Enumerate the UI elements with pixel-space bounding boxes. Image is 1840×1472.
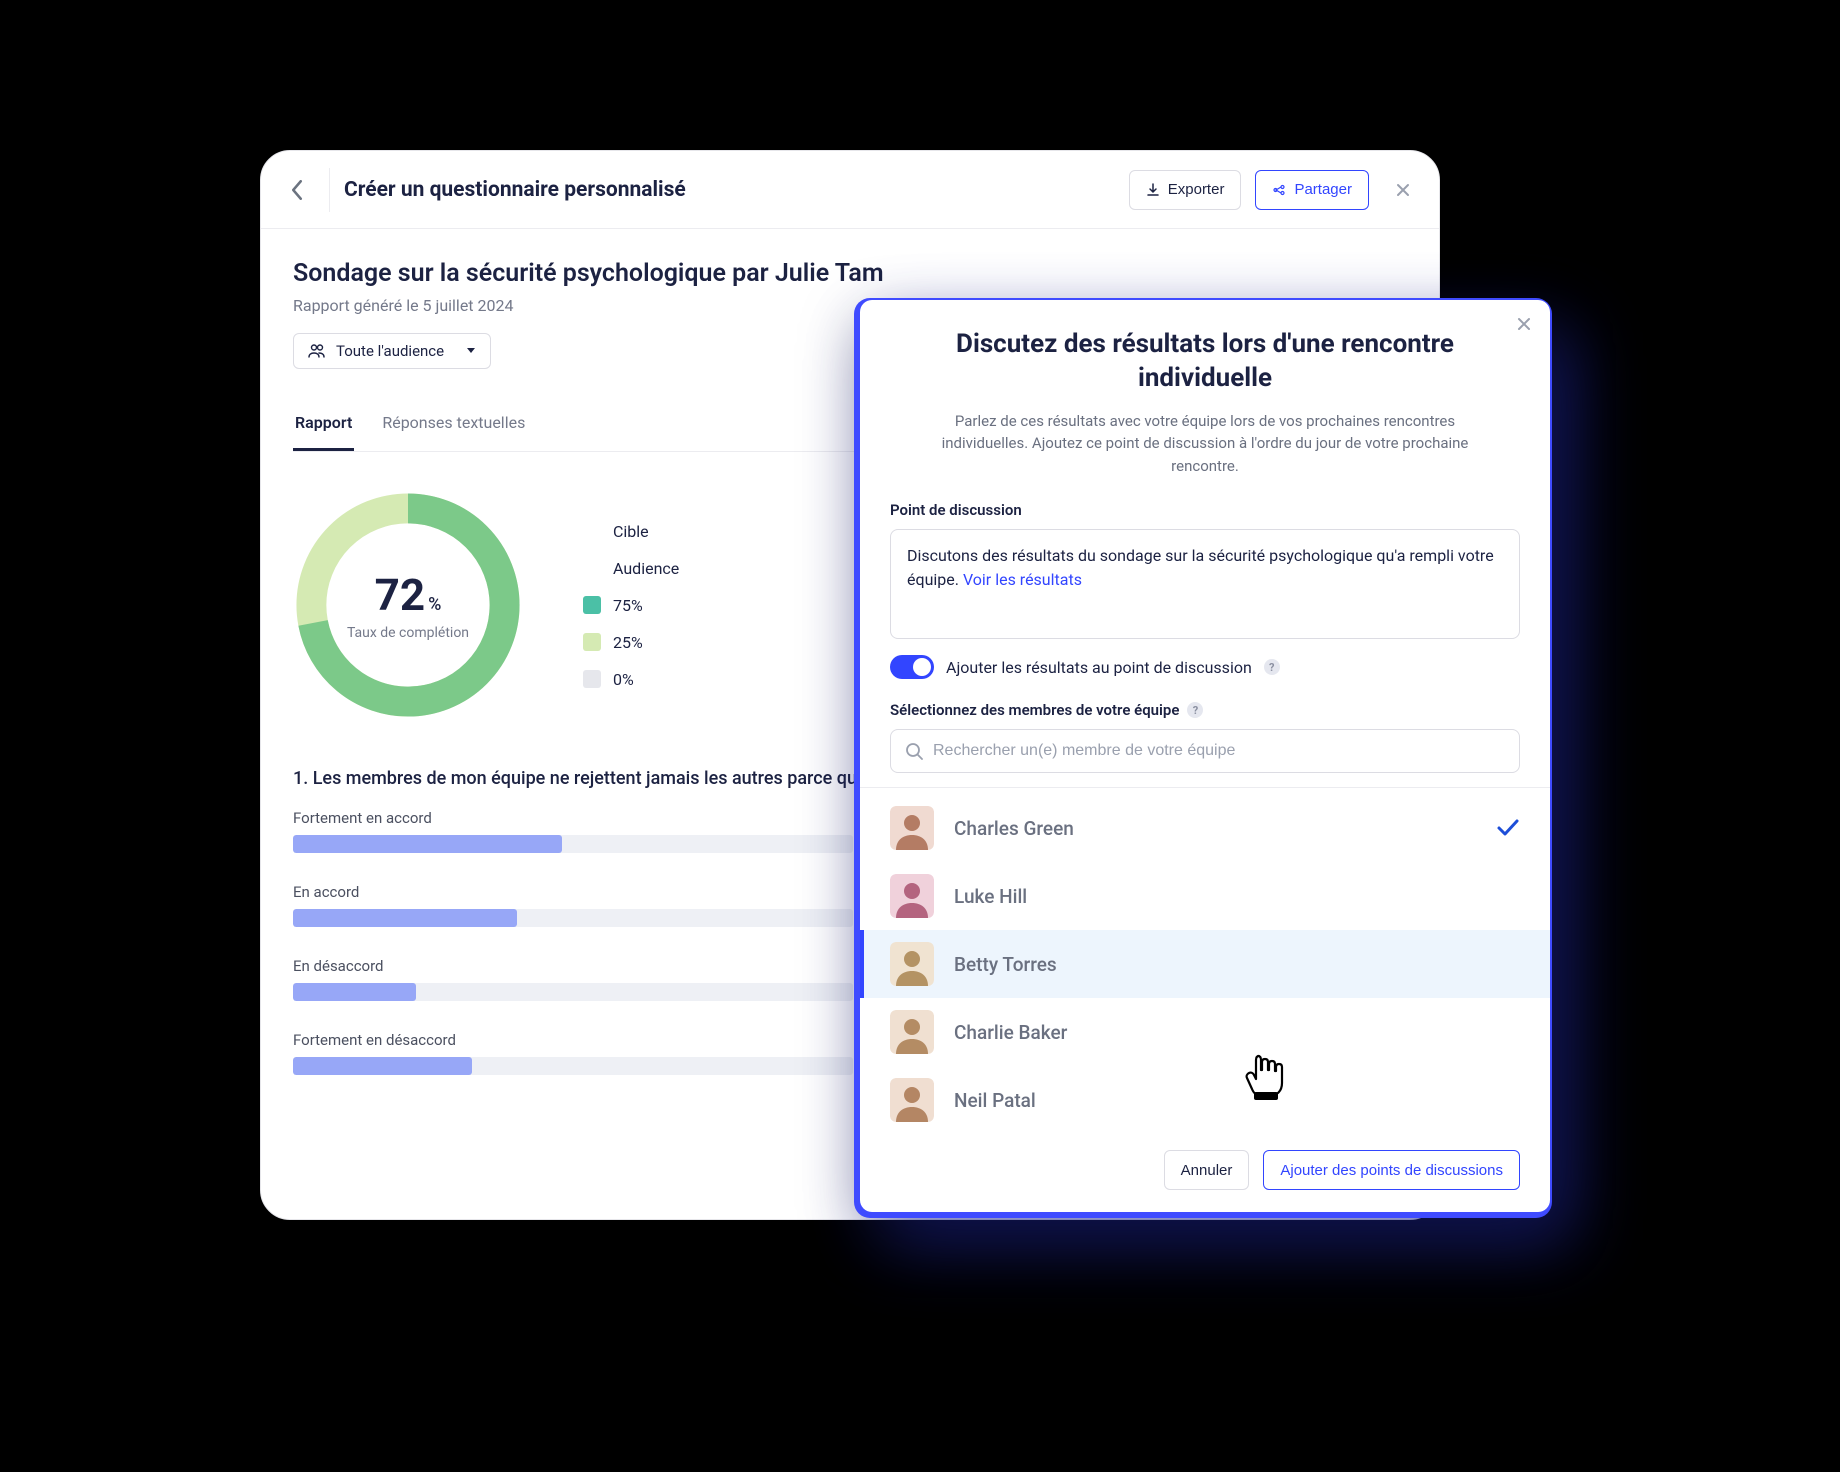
member-search-input[interactable] — [933, 742, 1505, 760]
share-button[interactable]: Partager — [1255, 170, 1369, 210]
close-icon — [1395, 182, 1411, 198]
avatar — [890, 874, 934, 918]
page-title: Créer un questionnaire personnalisé — [344, 178, 686, 202]
check-icon — [1496, 818, 1520, 838]
answer-bar-fill — [293, 1057, 472, 1075]
share-icon — [1272, 183, 1286, 197]
avatar — [890, 806, 934, 850]
member-name: Charlie Baker — [954, 1021, 1067, 1044]
audience-filter[interactable]: Toute l'audience — [293, 333, 491, 369]
close-button[interactable] — [1395, 182, 1411, 198]
avatar — [890, 1078, 934, 1122]
completion-donut: 72% Taux de complétion — [293, 490, 523, 720]
add-results-toggle[interactable] — [890, 655, 934, 679]
select-members-label: Sélectionnez des membres de votre équipe… — [890, 701, 1520, 719]
answer-bar-track — [293, 983, 853, 1001]
audience-filter-label: Toute l'audience — [336, 342, 444, 360]
legend-target: Cible — [613, 522, 649, 541]
caret-down-icon — [466, 347, 476, 355]
help-icon[interactable]: ? — [1187, 702, 1203, 718]
answer-bar-fill — [293, 835, 562, 853]
completion-value: 72 — [375, 569, 426, 621]
member-name: Luke Hill — [954, 885, 1027, 908]
legend-25: 25% — [613, 633, 643, 652]
completion-label: Taux de complétion — [347, 625, 469, 641]
topbar: Créer un questionnaire personnalisé Expo… — [261, 151, 1439, 229]
back-button[interactable] — [279, 172, 315, 208]
report-title: Sondage sur la sécurité psychologique pa… — [293, 259, 1407, 288]
answer-bar-track — [293, 909, 853, 927]
help-icon[interactable]: ? — [1264, 659, 1280, 675]
legend-75: 75% — [613, 596, 643, 615]
export-button[interactable]: Exporter — [1129, 170, 1242, 210]
avatar — [890, 1010, 934, 1054]
chevron-left-icon — [290, 180, 304, 200]
modal-description: Parlez de ces résultats avec votre équip… — [925, 410, 1485, 478]
audience-icon — [308, 344, 326, 358]
member-name: Charles Green — [954, 817, 1074, 840]
member-row[interactable]: Betty Torres — [860, 930, 1550, 998]
answer-bar-fill — [293, 909, 517, 927]
talking-point-label: Point de discussion — [890, 501, 1520, 519]
divider — [860, 787, 1550, 788]
member-row[interactable]: Charles Green — [860, 794, 1550, 862]
member-search[interactable] — [890, 729, 1520, 773]
close-icon — [1516, 316, 1532, 332]
download-icon — [1146, 183, 1160, 197]
cancel-button[interactable]: Annuler — [1164, 1150, 1250, 1190]
member-name: Neil Patal — [954, 1089, 1036, 1112]
member-row[interactable]: Luke Hill — [860, 862, 1550, 930]
completion-legend: Cible Audience 75% 25% 0% — [583, 522, 679, 689]
avatar — [890, 942, 934, 986]
tab-report[interactable]: Rapport — [293, 397, 354, 451]
search-icon — [905, 742, 923, 760]
discuss-results-modal: Discutez des résultats lors d'une rencon… — [860, 300, 1550, 1212]
legend-0: 0% — [613, 670, 634, 689]
add-results-toggle-label: Ajouter les résultats au point de discus… — [946, 658, 1252, 677]
member-row[interactable]: Charlie Baker — [860, 998, 1550, 1066]
answer-bar-track — [293, 835, 853, 853]
member-name: Betty Torres — [954, 953, 1057, 976]
tab-textual[interactable]: Réponses textuelles — [380, 397, 527, 451]
answer-bar-track — [293, 1057, 853, 1075]
add-points-button[interactable]: Ajouter des points de discussions — [1263, 1150, 1520, 1190]
member-row[interactable]: Neil Patal — [860, 1066, 1550, 1134]
see-results-link[interactable]: Voir les résultats — [963, 570, 1082, 589]
member-list: Charles Green Luke Hill Betty Torres Cha… — [890, 794, 1520, 1134]
divider — [329, 168, 330, 212]
talking-point-input[interactable]: Discutons des résultats du sondage sur l… — [890, 529, 1520, 639]
answer-bar-fill — [293, 983, 416, 1001]
export-label: Exporter — [1168, 181, 1225, 198]
modal-title: Discutez des résultats lors d'une rencon… — [955, 328, 1455, 396]
modal-close-button[interactable] — [1516, 316, 1532, 332]
legend-audience: Audience — [613, 559, 679, 578]
share-label: Partager — [1294, 181, 1352, 198]
completion-unit: % — [428, 594, 441, 615]
